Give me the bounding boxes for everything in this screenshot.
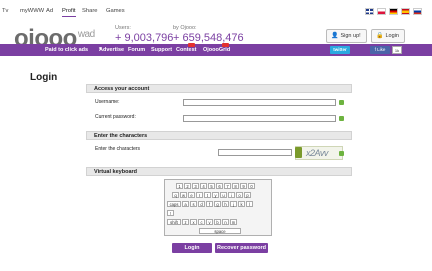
logo-suffix: wad — [77, 29, 95, 40]
username-field[interactable] — [183, 99, 336, 106]
key[interactable]: z — [182, 219, 189, 225]
section-enter-characters: Enter the characters — [86, 131, 352, 140]
ojooo-stat: by Ojooo: + 659,548,476 — [173, 25, 244, 44]
key[interactable]: t — [204, 192, 211, 198]
virtual-keyboard: 1 2 3 4 5 6 7 8 9 0 q w e r t y u i o p … — [164, 179, 272, 236]
facebook-like-button[interactable]: f Like — [370, 46, 390, 54]
nav-share[interactable]: Share — [82, 8, 97, 14]
key[interactable]: q — [172, 192, 179, 198]
key[interactable]: c — [198, 219, 205, 225]
key[interactable]: 8 — [232, 183, 239, 189]
menu-paid-to-click[interactable]: Paid to click ads — [45, 47, 88, 53]
user-icon: 👤 — [331, 33, 339, 39]
de-flag-icon[interactable] — [389, 8, 398, 15]
key[interactable]: 5 — [208, 183, 215, 189]
key[interactable]: p — [244, 192, 251, 198]
key[interactable]: 3 — [192, 183, 199, 189]
key[interactable]: a — [182, 201, 189, 207]
language-flags — [365, 8, 422, 15]
captcha-field[interactable] — [218, 149, 292, 156]
key[interactable]: v — [206, 219, 213, 225]
login-top-label: Login — [385, 33, 399, 39]
section-virtual-keyboard: Virtual keyboard — [86, 167, 352, 176]
key[interactable]: e — [188, 192, 195, 198]
nav-games[interactable]: Games — [106, 8, 125, 14]
menu-contest[interactable]: Contest — [176, 47, 196, 53]
menu-ojooogrid[interactable]: OjoooGrid — [203, 47, 230, 53]
key[interactable]: 7 — [224, 183, 231, 189]
refresh-captcha-icon[interactable] — [295, 147, 302, 158]
by-ojooo-label: by Ojooo: — [173, 25, 197, 31]
space-key[interactable]: space — [199, 228, 241, 234]
key[interactable]: 1 — [176, 183, 183, 189]
key[interactable]: u — [220, 192, 227, 198]
key[interactable]: x — [190, 219, 197, 225]
nav-tv[interactable]: Tv — [2, 8, 8, 14]
key[interactable]: g — [214, 201, 221, 207]
key[interactable]: f — [206, 201, 213, 207]
twitter-button[interactable]: twitter — [330, 46, 350, 54]
caps-key[interactable]: caps — [167, 201, 181, 207]
password-label: Current password: — [95, 114, 136, 120]
password-field[interactable] — [183, 115, 336, 122]
users-stat: Users: + 9,003,796 — [115, 25, 173, 44]
top-navigation: Tv myWWW Ad Profit Share Games — [0, 0, 432, 20]
key[interactable]: ! — [167, 210, 174, 216]
key[interactable]: m — [230, 219, 237, 225]
gb-flag-icon[interactable] — [365, 8, 374, 15]
es-flag-icon[interactable] — [401, 8, 410, 15]
key[interactable]: n — [222, 219, 229, 225]
users-label: Users: — [115, 25, 131, 31]
key[interactable]: b — [214, 219, 221, 225]
key[interactable]: k — [238, 201, 245, 207]
key[interactable]: j — [230, 201, 237, 207]
key[interactable]: 6 — [216, 183, 223, 189]
recover-password-button[interactable]: Recover password — [215, 243, 268, 253]
key[interactable]: 2 — [184, 183, 191, 189]
users-value: + 9,003,796 — [115, 32, 174, 44]
by-ojooo-value: + 659,548,476 — [173, 32, 244, 44]
captcha-image: x2Avv — [295, 146, 343, 160]
nav-profit[interactable]: Profit — [62, 8, 76, 17]
key[interactable]: d — [198, 201, 205, 207]
key[interactable]: o — [236, 192, 243, 198]
login-button[interactable]: Login — [172, 243, 212, 253]
key[interactable]: 0 — [248, 183, 255, 189]
signup-label: Sign up! — [340, 33, 361, 39]
shift-key[interactable]: shift — [167, 219, 181, 225]
menu-forum[interactable]: Forum — [128, 47, 145, 53]
check-icon — [339, 116, 344, 121]
menu-support[interactable]: Support — [151, 47, 172, 53]
lock-icon: 🔒 — [376, 33, 384, 39]
key[interactable]: r — [196, 192, 203, 198]
fb-like-label: Like — [377, 47, 386, 52]
login-top-button[interactable]: 🔒 Login — [371, 29, 405, 43]
ojooogrid-badge — [222, 43, 229, 47]
ru-flag-icon[interactable] — [413, 8, 422, 15]
key[interactable]: 9 — [240, 183, 247, 189]
captcha-text: x2Avv — [306, 148, 328, 158]
key[interactable]: h — [222, 201, 229, 207]
nav-ad[interactable]: Ad — [46, 8, 53, 14]
key[interactable]: 4 — [200, 183, 207, 189]
check-icon — [339, 100, 344, 105]
menu-advertise[interactable]: Advertise — [99, 47, 124, 53]
key[interactable]: w — [180, 192, 187, 198]
facebook-like-count: 1k — [392, 46, 402, 54]
username-label: Username: — [95, 99, 120, 105]
signup-button[interactable]: 👤 Sign up! — [326, 29, 367, 43]
section-access-account: Access your account — [86, 84, 352, 93]
key[interactable]: i — [228, 192, 235, 198]
captcha-label: Enter the characters — [95, 146, 141, 152]
contest-badge — [188, 43, 195, 47]
check-icon — [339, 151, 344, 156]
key[interactable]: l — [246, 201, 253, 207]
page-title: Login — [30, 72, 58, 83]
nav-mywww[interactable]: myWWW — [20, 8, 44, 14]
pl-flag-icon[interactable] — [377, 8, 386, 15]
key[interactable]: y — [212, 192, 219, 198]
key[interactable]: s — [190, 201, 197, 207]
